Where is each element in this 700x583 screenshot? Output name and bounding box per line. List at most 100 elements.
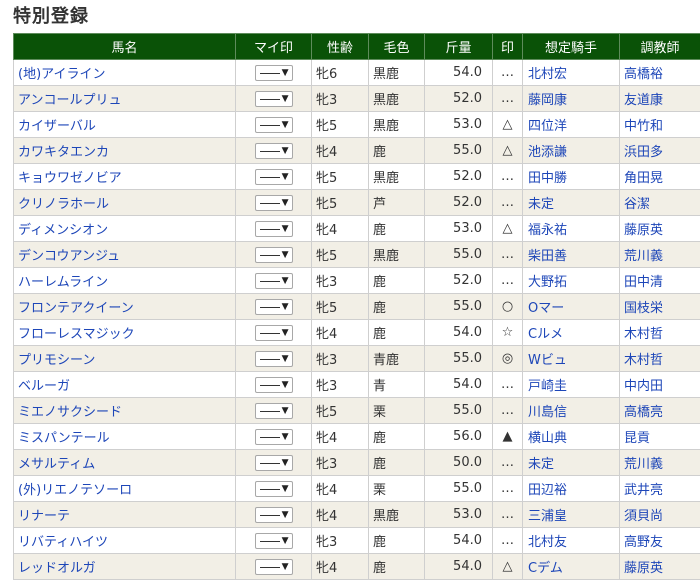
horse-name-link[interactable]: リバティハイツ <box>18 535 108 550</box>
horse-name-link[interactable]: フロンテアクイーン <box>18 301 134 316</box>
trainer-link[interactable]: 昆貢 <box>624 431 650 446</box>
horse-name-link[interactable]: キョウワゼノビア <box>18 171 122 186</box>
mark-cell: … <box>492 475 523 502</box>
my-mark-select[interactable]: ▼ <box>254 532 293 549</box>
horse-name-link[interactable]: ハーレムライン <box>18 275 108 290</box>
jockey-link[interactable]: Cルメ <box>528 327 563 342</box>
horse-name-link[interactable]: アンコールプリュ <box>18 93 121 108</box>
my-mark-select[interactable]: ▼ <box>254 428 293 445</box>
trainer-link[interactable]: 荒川義 <box>624 249 663 264</box>
horse-name-link[interactable]: ベルーガ <box>18 379 70 394</box>
trainer-link[interactable]: 藤原英 <box>624 223 663 238</box>
jockey-cell: 川島信 <box>522 397 620 424</box>
trainer-link[interactable]: 須貝尚 <box>624 509 663 524</box>
horse-name-link[interactable]: カワキタエンカ <box>18 145 109 160</box>
horse-name-link[interactable]: ミスパンテール <box>18 431 110 446</box>
jockey-link[interactable]: 北村友 <box>528 535 567 550</box>
coat-color-cell: 鹿 <box>368 319 425 346</box>
trainer-link[interactable]: 木村哲 <box>624 353 663 368</box>
my-mark-select[interactable]: ▼ <box>254 116 293 133</box>
my-mark-select[interactable]: ▼ <box>254 350 293 367</box>
jockey-link[interactable]: 三浦皇 <box>528 509 567 524</box>
jockey-link[interactable]: 戸崎圭 <box>528 379 567 394</box>
jockey-link[interactable]: 未定 <box>528 457 554 472</box>
trainer-link[interactable]: 角田晃 <box>624 171 663 186</box>
my-mark-select[interactable]: ▼ <box>254 220 293 237</box>
jockey-link[interactable]: 四位洋 <box>528 119 567 134</box>
trainer-link[interactable]: 谷潔 <box>624 197 650 212</box>
jockey-cell: Cデム <box>522 553 620 580</box>
horse-name-link[interactable]: プリモシーン <box>18 353 95 368</box>
horse-name-link[interactable]: (外)リエノテソーロ <box>18 483 132 498</box>
coat-color-cell: 芦 <box>368 189 425 216</box>
horse-name-link[interactable]: ミエノサクシード <box>18 405 122 420</box>
jockey-link[interactable]: 横山典 <box>528 431 567 446</box>
trainer-link[interactable]: 国枝栄 <box>624 301 663 316</box>
my-mark-select[interactable]: ▼ <box>254 64 293 81</box>
trainer-link[interactable]: 浜田多 <box>624 145 663 160</box>
my-mark-select[interactable]: ▼ <box>254 454 293 471</box>
table-row: アンコールプリュ ▼ 牝3 黒鹿 52.0… 藤岡康 友道康 <box>13 85 700 112</box>
horse-name-link[interactable]: リナーテ <box>18 509 70 524</box>
horse-name-link[interactable]: デンコウアンジュ <box>18 249 120 264</box>
jockey-link[interactable]: 川島信 <box>528 405 567 420</box>
horse-name-link[interactable]: メサルティム <box>18 457 95 472</box>
trainer-link[interactable]: 荒川義 <box>624 457 663 472</box>
my-mark-select[interactable]: ▼ <box>254 506 293 523</box>
jockey-cell: 田中勝 <box>522 163 620 190</box>
my-mark-select[interactable]: ▼ <box>254 90 293 107</box>
select-value-dash <box>259 72 280 74</box>
trainer-link[interactable]: 田中清 <box>624 275 663 290</box>
jockey-link[interactable]: 大野拓 <box>528 275 567 290</box>
horse-name-link[interactable]: (地)アイライン <box>18 67 106 82</box>
my-mark-select[interactable]: ▼ <box>254 324 293 341</box>
trainer-link[interactable]: 高橋亮 <box>624 405 663 420</box>
my-mark-select[interactable]: ▼ <box>254 246 293 263</box>
trainer-link[interactable]: 高野友 <box>624 535 663 550</box>
my-mark-select[interactable]: ▼ <box>254 142 293 159</box>
table-row: ミスパンテール ▼ 牝4 鹿 56.0 ▲ 横山典 昆貢 <box>13 423 700 450</box>
table-row: ミエノサクシード ▼ 牝5 栗 55.0… 川島信 高橋亮 <box>13 397 700 424</box>
horse-name-link[interactable]: カイザーバル <box>18 119 96 134</box>
my-mark-select[interactable]: ▼ <box>254 480 293 497</box>
my-mark-select[interactable]: ▼ <box>254 376 293 393</box>
sex-age-cell: 牝3 <box>311 267 369 294</box>
trainer-link[interactable]: 高橋裕 <box>624 67 663 82</box>
jockey-link[interactable]: 北村宏 <box>528 67 567 82</box>
trainer-link[interactable]: 木村哲 <box>624 327 663 342</box>
coat-color-cell: 鹿 <box>368 449 425 476</box>
horse-name-cell: リバティハイツ <box>13 527 236 554</box>
my-mark-cell: ▼ <box>235 215 312 242</box>
entries-table: 馬名 マイ印 性齢 毛色 斤量 印 想定騎手 調教師 (地)アイライン ▼ 牝6 黒鹿… <box>13 33 700 580</box>
jockey-link[interactable]: 藤岡康 <box>528 93 567 108</box>
trainer-link[interactable]: 中竹和 <box>624 119 663 134</box>
trainer-link[interactable]: 武井亮 <box>624 483 663 498</box>
horse-name-link[interactable]: フローレスマジック <box>18 327 135 342</box>
coat-color-cell: 青 <box>368 371 425 398</box>
horse-name-link[interactable]: クリノラホール <box>18 197 109 212</box>
trainer-link[interactable]: 友道康 <box>624 93 663 108</box>
trainer-link[interactable]: 藤原英 <box>624 561 663 576</box>
jockey-link[interactable]: 田中勝 <box>528 171 567 186</box>
my-mark-select[interactable]: ▼ <box>254 558 293 575</box>
horse-name-link[interactable]: ディメンシオン <box>18 223 108 238</box>
trainer-link[interactable]: 中内田 <box>624 379 663 394</box>
jockey-link[interactable]: 田辺裕 <box>528 483 567 498</box>
jockey-cell: Wビュ <box>522 345 620 372</box>
table-row: メサルティム ▼ 牝3 鹿 50.0… 未定 荒川義 <box>13 449 700 476</box>
my-mark-select[interactable]: ▼ <box>254 168 293 185</box>
jockey-link[interactable]: Cデム <box>528 561 563 576</box>
my-mark-select[interactable]: ▼ <box>254 298 293 315</box>
jockey-link[interactable]: Wビュ <box>528 353 567 368</box>
mark-cell: △ <box>492 111 523 138</box>
jockey-link[interactable]: Oマー <box>528 301 564 316</box>
jockey-link[interactable]: 福永祐 <box>528 223 567 238</box>
my-mark-select[interactable]: ▼ <box>254 194 293 211</box>
horse-name-link[interactable]: レッドオルガ <box>18 561 96 576</box>
jockey-link[interactable]: 池添謙 <box>528 145 567 160</box>
jockey-link[interactable]: 柴田善 <box>528 249 567 264</box>
my-mark-select[interactable]: ▼ <box>254 402 293 419</box>
my-mark-select[interactable]: ▼ <box>254 272 293 289</box>
my-mark-cell: ▼ <box>235 59 312 86</box>
jockey-link[interactable]: 未定 <box>528 197 554 212</box>
